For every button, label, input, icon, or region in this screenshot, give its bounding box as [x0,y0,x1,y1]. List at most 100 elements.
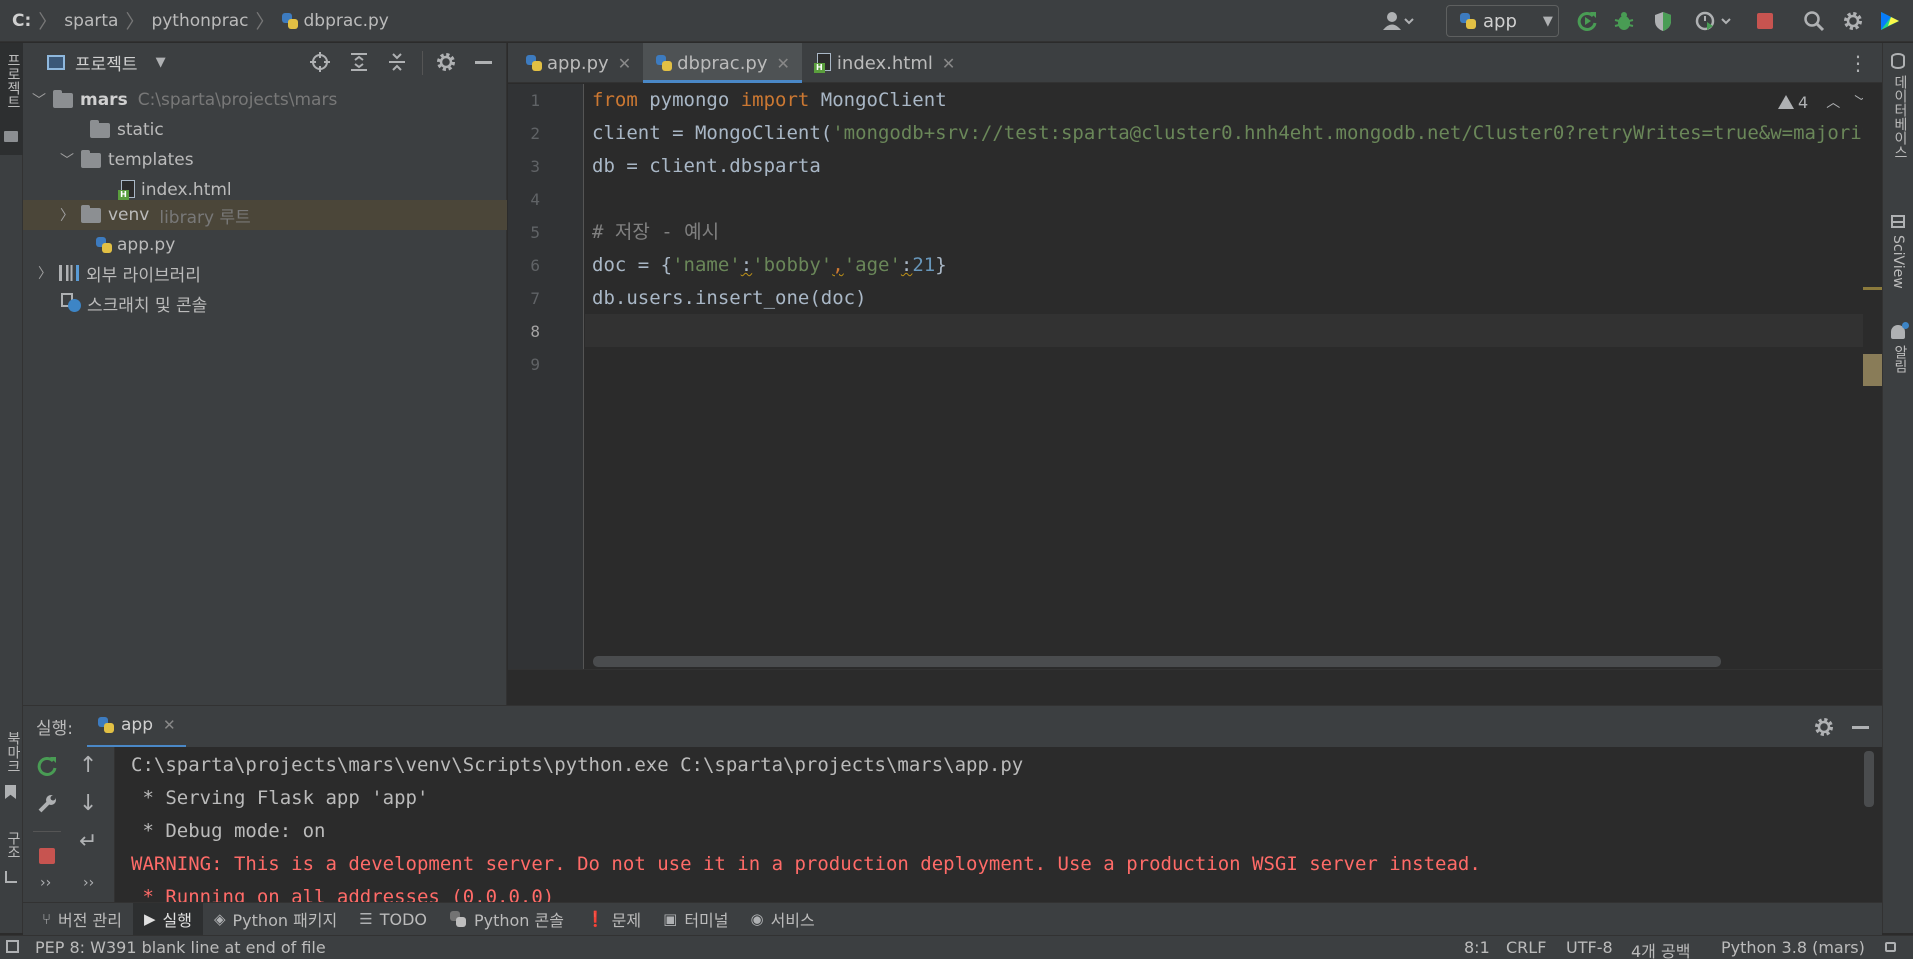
run-toolbar: ↑ ↓ ↵ ›› ›› [23,747,115,902]
wrench-icon[interactable] [36,793,58,820]
chevron-down-icon[interactable]: ▼ [156,55,166,70]
close-icon[interactable]: ✕ [618,54,631,73]
warning-triangle-icon [1778,95,1794,109]
tab-index-html[interactable]: H index.html ✕ [802,43,967,83]
caret-position[interactable]: 8:1 [1464,938,1490,957]
file-encoding[interactable]: UTF-8 [1566,938,1613,957]
python-interpreter[interactable]: Python 3.8 (mars) [1721,938,1865,957]
code-editor[interactable]: from pymongo import MongoClient client =… [585,84,1882,669]
soft-wrap-icon[interactable]: ↵ [79,829,97,854]
tree-item-label: static [117,120,164,140]
html-file-icon: H [118,180,136,200]
more-actions-icon[interactable]: ›› [40,875,51,891]
settings-gear-icon[interactable] [435,51,457,78]
close-icon[interactable]: ✕ [163,716,176,734]
tree-item-external-libraries[interactable]: 〉 외부 라이브러리 [23,258,507,288]
line-separator[interactable]: CRLF [1506,938,1546,957]
run-config-selector[interactable]: app ▼ [1446,5,1559,37]
tree-item-mars[interactable]: ﹀ mars C:\sparta\projects\mars [23,85,507,115]
locate-icon[interactable] [309,51,331,78]
tab-dbprac-py[interactable]: dbprac.py ✕ [643,43,802,83]
tool-todo[interactable]: ☰ TODO [348,903,438,936]
tool-run[interactable]: ▶ 실행 [132,902,203,936]
editor-tab-bar: app.py ✕ dbprac.py ✕ H index.html ✕ ⋮ [508,43,1882,83]
stop-icon[interactable] [1752,8,1778,34]
tool-terminal[interactable]: ▣ 터미널 [652,903,739,936]
indent-setting[interactable]: 4개 공백 [1631,938,1690,959]
notifications-tool-label: 알림 [1892,345,1908,373]
tree-item-scratches[interactable]: 스크래치 및 콘솔 [23,288,507,318]
settings-gear-icon[interactable] [1840,8,1866,34]
tool-window-notifications[interactable]: 알림 [1883,319,1913,419]
console-scrollbar[interactable] [1864,751,1874,807]
tree-item-templates[interactable]: ﹀ templates [23,145,507,175]
rerun-icon[interactable] [36,755,58,782]
expand-all-icon[interactable] [348,51,370,78]
coverage-icon[interactable] [1650,8,1676,34]
rerun-icon[interactable] [1574,8,1600,34]
tree-item-label: templates [108,150,194,170]
hide-panel-icon[interactable] [1852,726,1869,729]
chevron-right-icon[interactable]: 〉 [37,263,53,283]
line-number: 6 [530,256,540,275]
console-warning-line: WARNING: This is a development server. D… [131,853,1481,875]
chevron-down-icon[interactable]: ﹀ [31,90,47,110]
run-console-output[interactable]: C:\sparta\projects\mars\venv\Scripts\pyt… [115,747,1882,902]
tool-label: 문제 [611,911,642,930]
chevron-right-icon[interactable]: 〉 [59,205,75,225]
tree-item-app-py[interactable]: app.py [23,230,507,260]
problems-icon: ❗ [585,910,605,928]
arrow-up-icon[interactable]: ↑ [79,753,97,778]
breadcrumb-pythonprac[interactable]: pythonprac [151,11,248,31]
breadcrumb-sparta[interactable]: sparta [64,11,118,31]
hide-panel-icon[interactable] [475,61,492,64]
breadcrumb-file[interactable]: dbprac.py [303,11,388,31]
caret-marker[interactable] [1863,354,1882,386]
python-console-icon [449,910,467,928]
bookmark-icon [5,785,16,799]
console-line: * Running on all addresses (0.0.0.0) [131,886,555,902]
tool-problems[interactable]: ❗ 문제 [575,903,652,936]
structure-icon [5,871,17,883]
debug-icon[interactable] [1611,8,1637,34]
chevron-down-icon[interactable]: ﹀ [59,150,75,170]
database-tool-label: 데이터베이스 [1892,75,1908,159]
collapse-all-icon[interactable] [386,51,408,78]
line-number: 9 [530,355,540,374]
horizontal-scrollbar[interactable] [593,656,1721,667]
settings-gear-icon[interactable] [1813,716,1835,743]
jetbrains-logo-icon[interactable] [1877,8,1903,34]
tool-window-structure[interactable]: 구조 [0,823,23,933]
project-panel-title[interactable]: 프로젝트 [75,50,138,75]
inspection-widget[interactable]: 4 ︿ ﹀ [1778,92,1869,112]
tool-python-console[interactable]: Python 콘솔 [438,903,575,936]
chevron-up-icon[interactable]: ︿ [1826,92,1840,112]
tool-window-database[interactable]: 데이터베이스 [1883,49,1913,199]
lock-icon[interactable] [1885,942,1896,952]
search-icon[interactable] [1801,8,1827,34]
tool-windows-toggle-icon[interactable] [6,940,19,953]
run-tab-app[interactable]: app ✕ [87,705,186,748]
account-icon[interactable] [1378,8,1418,34]
more-actions-icon[interactable]: ›› [83,875,94,891]
close-icon[interactable]: ✕ [777,54,790,73]
arrow-down-icon[interactable]: ↓ [79,791,97,816]
stop-icon[interactable] [39,848,55,864]
profile-icon[interactable] [1692,8,1736,34]
warning-marker[interactable] [1863,287,1882,290]
folder-icon [4,131,18,142]
scratches-icon [61,293,83,313]
close-icon[interactable]: ✕ [942,54,955,73]
tool-python-packages[interactable]: ◈ Python 패키지 [203,903,348,936]
tool-services[interactable]: ◉ 서비스 [739,903,825,936]
status-message[interactable]: PEP 8: W391 blank line at end of file [35,938,326,957]
tree-item-venv[interactable]: 〉 venv library 루트 [23,200,507,230]
tool-window-bar: ⑂ 버전 관리 ▶ 실행 ◈ Python 패키지 ☰ TODO Python … [23,902,1882,936]
tool-window-project[interactable]: 프로젝트 [0,43,23,155]
breadcrumb-drive[interactable]: C: [12,11,31,31]
tab-app-py[interactable]: app.py ✕ [513,43,643,83]
more-options-icon[interactable]: ⋮ [1848,51,1868,75]
error-stripe[interactable] [1863,84,1882,669]
tool-version-control[interactable]: ⑂ 버전 관리 [31,903,133,936]
tree-item-static[interactable]: static [23,115,507,145]
